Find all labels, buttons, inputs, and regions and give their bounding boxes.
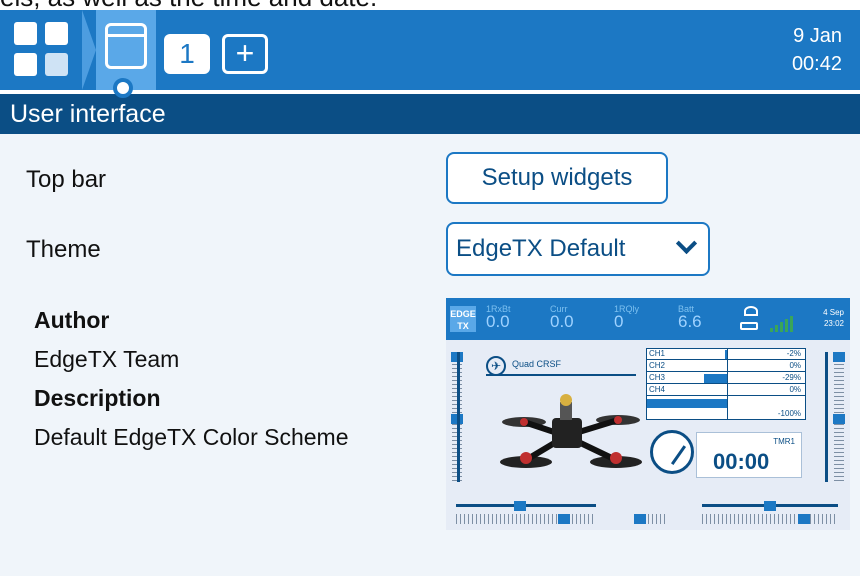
preview-telemetry: 1RxBt 0.0 xyxy=(486,304,511,330)
channel-name: CH3 xyxy=(649,373,666,382)
add-page-button[interactable]: + xyxy=(222,34,268,74)
channel-value: 0% xyxy=(789,361,801,370)
theme-preview: EDGE TX 1RxBt 0.0 Curr 0.0 1RQly 0 Batt … xyxy=(446,298,850,530)
timer-label: TMR1 xyxy=(773,437,795,446)
telemetry-value: 6.6 xyxy=(678,312,702,331)
quadcopter-image xyxy=(500,394,642,468)
battery-icon xyxy=(740,322,758,330)
trim-knob xyxy=(764,501,776,511)
date-time: 9 Jan 00:42 xyxy=(792,22,842,78)
trim-rail xyxy=(456,504,596,507)
telemetry-value: 0.0 xyxy=(550,312,574,331)
preview-date: 4 Sep xyxy=(823,308,844,317)
plane-icon: ✈ xyxy=(486,356,506,376)
date-label: 9 Jan xyxy=(793,25,842,47)
active-tab-indicator xyxy=(113,78,133,98)
timer-icon xyxy=(650,430,694,474)
trim-rail xyxy=(825,352,828,482)
trim-knob xyxy=(514,501,526,511)
author-heading: Author xyxy=(34,307,110,333)
preview-telemetry: Curr 0.0 xyxy=(550,304,574,330)
telemetry-value: 0 xyxy=(614,312,624,331)
channel-bar xyxy=(725,350,727,359)
channel-row: CH4 0% xyxy=(647,385,805,396)
channel-row: -100% xyxy=(647,397,805,419)
timer-value: 00:00 xyxy=(713,449,770,474)
caption-text: els, as well as the time and date. xyxy=(0,0,377,10)
channel-value: 0% xyxy=(789,385,801,394)
preview-telemetry: Batt 6.6 xyxy=(678,304,702,330)
setup-widgets-button[interactable]: Setup widgets xyxy=(446,152,668,204)
preview-time: 23:02 xyxy=(823,319,844,328)
channel-bar xyxy=(647,399,727,408)
trim-knob xyxy=(558,514,570,524)
section-header: User interface xyxy=(0,94,860,134)
trim-rail xyxy=(457,352,460,482)
theme-label: Theme xyxy=(26,236,101,263)
document-caption-fragment: els, as well as the time and date. xyxy=(0,0,860,10)
preview-model-name: Quad CRSF xyxy=(512,359,562,369)
preview-top-bar: EDGE TX 1RxBt 0.0 Curr 0.0 1RQly 0 Batt … xyxy=(446,298,850,340)
model-underline xyxy=(486,374,636,376)
trim-knob xyxy=(833,352,845,362)
theme-select-value: EdgeTX Default xyxy=(456,235,626,262)
main-menu-icon[interactable] xyxy=(14,22,68,76)
center-trim xyxy=(648,514,668,524)
top-bar: 1 + 9 Jan 00:42 xyxy=(0,10,860,90)
page-title: User interface xyxy=(10,100,166,128)
channels-widget: CH1 -2% CH2 0% CH3 -29% CH4 0% -100% xyxy=(646,348,806,420)
theme-select[interactable]: EdgeTX Default xyxy=(446,222,710,276)
breadcrumb-arrow-icon xyxy=(82,10,96,90)
edgetx-logo: EDGE TX xyxy=(450,306,476,332)
preview-telemetry: 1RQly 0 xyxy=(614,304,639,330)
channel-name: CH1 xyxy=(649,349,666,358)
channel-row: CH2 0% xyxy=(647,361,805,372)
channel-row: CH1 -2% xyxy=(647,349,805,360)
trim-knob xyxy=(634,514,646,524)
tab-page-1[interactable]: 1 xyxy=(164,34,210,74)
right-horizontal-trim xyxy=(702,514,838,524)
antenna-icon xyxy=(744,306,758,316)
telemetry-value: 0.0 xyxy=(486,312,510,331)
channel-row: CH3 -29% xyxy=(647,373,805,384)
preview-date-time: 4 Sep 23:02 xyxy=(823,307,844,329)
channel-bar xyxy=(704,374,727,383)
channel-name: CH4 xyxy=(649,385,666,394)
left-horizontal-trim xyxy=(456,514,596,524)
author-value: EdgeTX Team xyxy=(34,346,180,372)
time-label: 00:42 xyxy=(791,53,842,75)
description-heading: Description xyxy=(34,385,161,411)
window-icon xyxy=(105,23,147,69)
topbar-label: Top bar xyxy=(26,166,107,193)
chevron-down-icon xyxy=(675,232,698,255)
description-value: Default EdgeTX Color Scheme xyxy=(34,424,349,450)
channel-value: -29% xyxy=(782,373,801,382)
trim-knob xyxy=(798,514,810,524)
channel-value: -2% xyxy=(786,349,801,358)
timer-widget: TMR1 00:00 xyxy=(696,432,802,478)
channel-name: CH2 xyxy=(649,361,666,370)
channel-value: -100% xyxy=(777,409,801,418)
trim-knob xyxy=(833,414,845,424)
